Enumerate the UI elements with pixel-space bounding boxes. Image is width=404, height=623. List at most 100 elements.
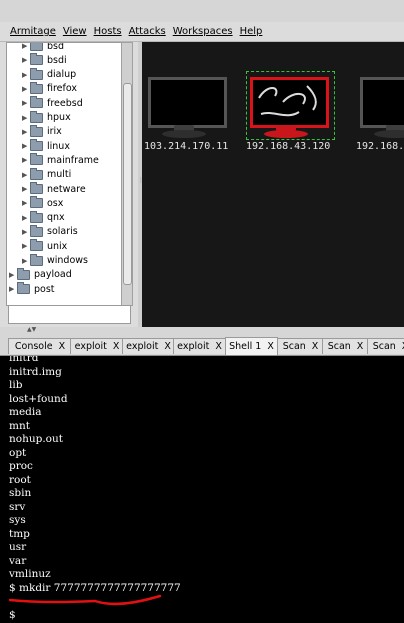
menu-armitage[interactable]: Armitage xyxy=(10,26,56,37)
menu-attacks[interactable]: Attacks xyxy=(129,26,166,37)
tree-scrollbar[interactable] xyxy=(121,42,133,306)
expand-arrow-icon[interactable]: ▶ xyxy=(22,56,30,64)
horizontal-splitter[interactable]: ▲▼ xyxy=(0,326,404,337)
menu-view[interactable]: View xyxy=(63,26,87,37)
folder-icon xyxy=(30,81,43,94)
tab-shell-1[interactable]: Shell 1 X xyxy=(225,337,278,355)
folder-icon xyxy=(30,67,43,80)
expand-arrow-icon[interactable]: ▶ xyxy=(9,271,17,279)
tree-item-qnx[interactable]: ▶ qnx xyxy=(22,210,65,225)
menu-bar: Armitage View Hosts Attacks Workspaces H… xyxy=(0,22,404,42)
tree-item-post[interactable]: ▶ post xyxy=(9,282,55,296)
tab-label: exploit xyxy=(177,341,210,352)
menu-workspaces[interactable]: Workspaces xyxy=(173,26,233,37)
host-ip-label: 103.214.170.11 xyxy=(144,141,229,152)
tab-scan[interactable]: ScanX xyxy=(322,338,369,354)
expand-arrow-icon[interactable]: ▶ xyxy=(22,156,30,164)
tree-item-label: unix xyxy=(47,240,68,252)
tab-close-icon[interactable]: X xyxy=(312,341,319,352)
expand-arrow-icon[interactable]: ▶ xyxy=(22,199,30,207)
tree-item-unix[interactable]: ▶ unix xyxy=(22,239,67,253)
target-graph[interactable]: 103.214.170.11 192.168.43.120 192.168.4 xyxy=(142,42,404,327)
console-line: opt xyxy=(9,446,27,459)
tab-exploit[interactable]: exploit X xyxy=(173,338,226,354)
expand-arrow-icon[interactable]: ▶ xyxy=(22,228,30,236)
tree-item-label: qnx xyxy=(47,212,65,224)
console-line: mnt xyxy=(9,419,30,432)
menu-hosts[interactable]: Hosts xyxy=(94,26,122,37)
tab-console[interactable]: Console X xyxy=(8,338,72,354)
tree-item-bsdi[interactable]: ▶ bsdi xyxy=(22,53,67,67)
tab-label: Scan xyxy=(282,341,306,352)
expand-arrow-icon[interactable]: ▶ xyxy=(22,214,30,222)
folder-icon xyxy=(30,53,43,66)
tree-item-label: windows xyxy=(47,255,88,266)
expand-arrow-icon[interactable]: ▶ xyxy=(22,185,30,193)
folder-icon xyxy=(30,182,43,194)
module-browser: ▶ bsd ▶ bsdi ▶ dialup ▶ firefox ▶ freebsd ▶ hpux ▶ ir… xyxy=(0,42,138,327)
expand-arrow-icon[interactable]: ▶ xyxy=(22,142,30,150)
expand-arrow-icon[interactable]: ▶ xyxy=(22,114,30,122)
tab-bar: Console Xexploit Xexploit Xexploit X Shell 1 X… xyxy=(0,337,404,356)
tree-item-dialup[interactable]: ▶ dialup xyxy=(22,67,76,82)
tree-item-label: linux xyxy=(47,140,70,152)
console-line: tmp xyxy=(9,527,30,540)
tab-exploit[interactable]: exploit X xyxy=(70,338,124,354)
tree-item-linux[interactable]: ▶ linux xyxy=(22,139,70,153)
tree-item-freebsd[interactable]: ▶ freebsd xyxy=(22,96,83,110)
tab-close-icon[interactable]: X xyxy=(59,341,66,352)
tree-item-osx[interactable]: ▶ osx xyxy=(22,196,63,210)
expand-arrow-icon[interactable]: ▶ xyxy=(22,43,30,50)
tab-close-icon[interactable]: X xyxy=(164,341,171,352)
host-ip-label: 192.168.4 xyxy=(356,141,404,152)
tree-item-hpux[interactable]: ▶ hpux xyxy=(22,110,71,125)
tree-scroll-thumb[interactable] xyxy=(123,83,132,285)
tab-label: Scan xyxy=(372,341,396,352)
console-line: lost+found xyxy=(9,392,68,405)
folder-icon xyxy=(30,167,43,180)
tree-item-solaris[interactable]: ▶ solaris xyxy=(22,224,78,239)
shell-console[interactable]: initrd initrd.img lib lost+found media mnt noh… xyxy=(0,356,404,623)
tree-item-irix[interactable]: ▶ irix xyxy=(22,124,62,139)
tab-label: exploit xyxy=(74,341,107,352)
tab-close-icon[interactable]: X xyxy=(267,341,274,352)
tab-close-icon[interactable]: X xyxy=(113,341,120,352)
menu-help[interactable]: Help xyxy=(240,26,263,37)
folder-icon xyxy=(30,43,43,51)
shell-prompt[interactable]: $ xyxy=(9,609,16,621)
tree-item-label: multi xyxy=(47,169,72,181)
tree-item-payload[interactable]: ▶ payload xyxy=(9,267,72,282)
folder-icon xyxy=(30,153,43,166)
host-ip-label: 192.168.43.120 xyxy=(246,141,331,152)
tab-scan[interactable]: Scan X xyxy=(277,338,324,354)
console-line: initrd.img xyxy=(9,365,62,378)
module-tree: ▶ bsd ▶ bsdi ▶ dialup ▶ firefox ▶ freebsd ▶ hpux ▶ ir… xyxy=(6,42,123,306)
tree-item-multi[interactable]: ▶ multi xyxy=(22,167,72,182)
tree-item-mainframe[interactable]: ▶ mainframe xyxy=(22,153,99,167)
console-line: lib xyxy=(9,379,23,391)
tab-close-icon[interactable]: X xyxy=(357,341,364,352)
expand-arrow-icon[interactable]: ▶ xyxy=(22,242,30,250)
host-monitor-icon xyxy=(148,77,227,128)
tab-scan[interactable]: ScanX xyxy=(367,338,404,354)
folder-icon xyxy=(30,239,43,252)
folder-icon xyxy=(17,282,30,295)
tree-item-firefox[interactable]: ▶ firefox xyxy=(22,81,77,96)
expand-arrow-icon[interactable]: ▶ xyxy=(22,71,30,79)
folder-icon xyxy=(30,96,43,109)
expand-arrow-icon[interactable]: ▶ xyxy=(22,99,30,107)
expand-arrow-icon[interactable]: ▶ xyxy=(22,257,30,265)
expand-arrow-icon[interactable]: ▶ xyxy=(22,171,30,179)
expand-arrow-icon[interactable]: ▶ xyxy=(22,128,30,136)
expand-arrow-icon[interactable]: ▶ xyxy=(22,85,30,93)
tree-item-netware[interactable]: ▶ netware xyxy=(22,182,86,196)
module-search-input[interactable] xyxy=(8,305,131,324)
tree-item-bsd[interactable]: ▶ bsd xyxy=(22,43,64,53)
tree-item-label: freebsd xyxy=(47,97,83,109)
tree-item-windows[interactable]: ▶ windows xyxy=(22,253,88,268)
monitor-base xyxy=(374,130,404,138)
tree-item-label: mainframe xyxy=(47,154,99,166)
tab-close-icon[interactable]: X xyxy=(215,341,222,352)
tab-exploit[interactable]: exploit X xyxy=(122,338,175,354)
expand-arrow-icon[interactable]: ▶ xyxy=(9,285,17,293)
